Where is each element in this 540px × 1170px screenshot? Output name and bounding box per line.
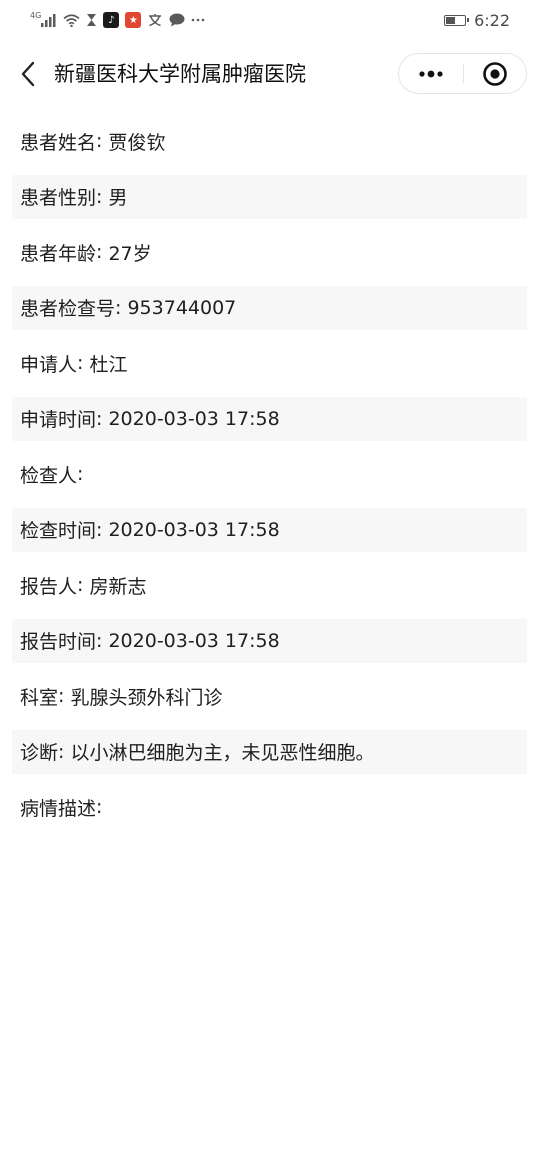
field-separator: : xyxy=(96,130,109,152)
field-separator: : xyxy=(58,740,71,763)
field-label: 科室 xyxy=(20,686,59,709)
status-bar: 4G ♪ ★ 6:22 xyxy=(0,0,540,40)
close-button[interactable] xyxy=(464,54,526,93)
field-label: 检查时间 xyxy=(20,520,97,542)
field-label: 病情描述 xyxy=(20,797,97,820)
apply-time-row: 申请时间: 2020-03-03 17:58 xyxy=(12,396,527,441)
field-value: 2020-03-03 17:58 xyxy=(108,629,280,652)
chevron-left-icon xyxy=(21,61,35,87)
field-value: 以小淋巴细胞为主，未见恶性细胞。 xyxy=(70,742,375,764)
page-title: 新疆医科大学附属肿瘤医院 xyxy=(54,62,306,86)
network-label: 4G xyxy=(30,10,42,20)
applicant-row: 申请人: 杜江 xyxy=(12,341,527,385)
field-label: 诊断 xyxy=(20,742,59,764)
condition-description-row: 病情描述: xyxy=(12,785,527,829)
more-dots-icon xyxy=(419,70,443,77)
field-value: 杜江 xyxy=(89,353,128,376)
hourglass-icon xyxy=(86,13,97,27)
field-label: 申请人 xyxy=(20,353,78,376)
exam-number-row: 患者检查号: 953744007 xyxy=(12,285,527,330)
battery-level xyxy=(446,16,456,24)
exam-time-row: 检查时间: 2020-03-03 17:58 xyxy=(12,507,527,552)
field-value: 27岁 xyxy=(108,242,152,265)
field-separator: : xyxy=(96,629,109,652)
field-value: 男 xyxy=(108,187,128,209)
app-icon: ★ xyxy=(125,12,142,28)
field-separator: : xyxy=(115,296,128,319)
field-value: 2020-03-03 17:58 xyxy=(108,518,280,541)
field-separator: : xyxy=(96,518,109,541)
field-label: 患者年龄 xyxy=(20,242,97,265)
field-value: 2020-03-03 17:58 xyxy=(108,407,280,430)
back-button[interactable] xyxy=(14,58,42,90)
field-separator: : xyxy=(96,241,109,263)
status-time: 6:22 xyxy=(474,10,510,30)
field-value: 房新志 xyxy=(89,575,147,598)
field-label: 患者姓名 xyxy=(20,131,97,154)
field-label: 患者检查号 xyxy=(20,298,116,320)
target-close-icon xyxy=(483,61,507,86)
field-label: 患者性别 xyxy=(20,187,97,209)
field-value: 贾俊钦 xyxy=(108,131,166,154)
field-label: 报告时间 xyxy=(20,631,97,653)
patient-name-row: 患者姓名: 贾俊钦 xyxy=(12,119,527,163)
field-value: 953744007 xyxy=(127,296,237,319)
field-separator: : xyxy=(77,352,90,374)
translate-icon xyxy=(147,13,163,27)
field-separator: : xyxy=(77,574,90,596)
chat-icon xyxy=(169,13,185,27)
field-separator: : xyxy=(58,685,71,707)
field-separator: : xyxy=(77,463,90,485)
wifi-icon xyxy=(63,13,80,27)
field-value: 乳腺头颈外科门诊 xyxy=(70,686,223,709)
field-label: 检查人 xyxy=(20,464,78,487)
patient-age-row: 患者年龄: 27岁 xyxy=(12,230,527,274)
signal-icon: 4G xyxy=(30,10,57,27)
more-button[interactable] xyxy=(399,54,463,93)
report-info-list: 患者姓名: 贾俊钦 患者性别: 男 患者年龄: 27岁 患者检查号: 95374… xyxy=(12,119,527,841)
tiktok-icon: ♪ xyxy=(103,12,120,28)
status-icons: 4G ♪ ★ xyxy=(30,10,205,30)
field-separator: : xyxy=(96,796,109,818)
department-row: 科室: 乳腺头颈外科门诊 xyxy=(12,674,527,718)
field-label: 报告人 xyxy=(20,575,78,598)
field-separator: : xyxy=(96,185,109,208)
mini-program-capsule xyxy=(398,53,527,94)
report-time-row: 报告时间: 2020-03-03 17:58 xyxy=(12,618,527,663)
patient-gender-row: 患者性别: 男 xyxy=(12,174,527,219)
field-separator: : xyxy=(96,407,109,430)
examiner-row: 检查人: xyxy=(12,452,527,496)
status-right: 6:22 xyxy=(444,10,510,30)
field-label: 申请时间 xyxy=(20,409,97,431)
more-dots-icon xyxy=(191,18,205,22)
title-bar: 新疆医科大学附属肿瘤医院 xyxy=(0,50,540,98)
reporter-row: 报告人: 房新志 xyxy=(12,563,527,607)
battery-icon xyxy=(444,14,470,26)
diagnosis-row: 诊断: 以小淋巴细胞为主，未见恶性细胞。 xyxy=(12,729,527,774)
